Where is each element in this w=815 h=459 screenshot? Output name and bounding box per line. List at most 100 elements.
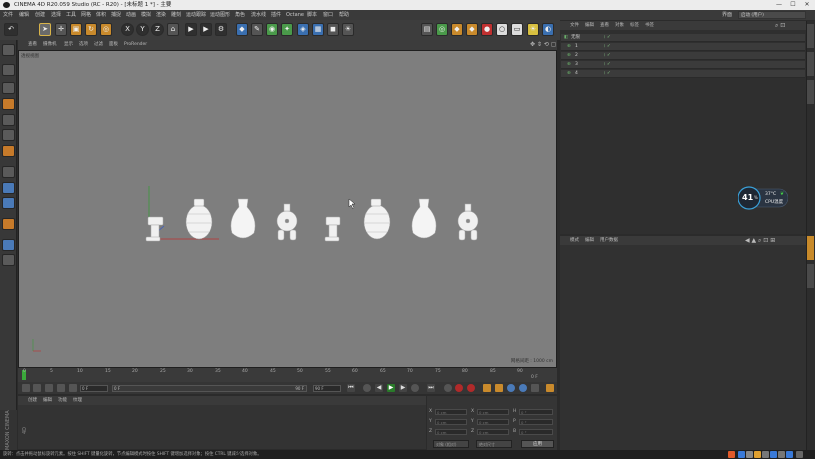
start-frame-field[interactable]: 0 F: [80, 385, 108, 392]
solo-mode-icon[interactable]: [2, 254, 15, 266]
material-menu-function[interactable]: 功能: [58, 396, 67, 405]
planar-workplane-icon[interactable]: [2, 239, 15, 251]
menu-file[interactable]: 文件: [3, 10, 13, 20]
position-y-field[interactable]: 0 cm: [435, 419, 467, 425]
size-x-field[interactable]: 0 cm: [477, 409, 509, 415]
pen-spline-icon[interactable]: ✎: [251, 23, 263, 36]
material-menu-edit[interactable]: 编辑: [43, 396, 52, 405]
object-menu-view[interactable]: 查看: [600, 21, 609, 30]
key-position-icon[interactable]: [483, 384, 491, 392]
key-param-icon[interactable]: [519, 384, 527, 392]
objects-tab[interactable]: [807, 24, 814, 48]
points-mode-icon[interactable]: [2, 114, 15, 126]
z-axis-lock-button[interactable]: Z: [151, 23, 164, 36]
key-pla-icon[interactable]: [531, 384, 539, 392]
ime-grid-icon[interactable]: [796, 451, 803, 458]
size-z-field[interactable]: 0 cm: [477, 429, 509, 435]
material-menu-texture[interactable]: 纹理: [73, 396, 82, 405]
play-button[interactable]: ▶: [387, 384, 395, 392]
keyframe-scale-icon[interactable]: [45, 384, 53, 392]
viewport-menu-prorender[interactable]: ProRender: [124, 40, 147, 50]
menu-volume[interactable]: 体积: [96, 10, 106, 20]
deformer-icon[interactable]: ◈: [297, 23, 309, 36]
menu-select[interactable]: 选择: [51, 10, 61, 20]
menu-edit[interactable]: 编辑: [19, 10, 29, 20]
menu-mograph[interactable]: 运动图形: [210, 10, 230, 20]
position-x-field[interactable]: 0 cm: [435, 409, 467, 415]
layers-tab[interactable]: [807, 264, 814, 288]
menu-motion-tracking[interactable]: 运动跟踪: [186, 10, 206, 20]
keyframe-selection-icon[interactable]: [467, 384, 475, 392]
visibility-dots-icon[interactable]: ⁝ ✓: [604, 52, 611, 60]
object-row-1[interactable]: ⊕ 1 ⁝ ✓: [561, 43, 805, 51]
ime-chinese-icon[interactable]: [738, 451, 745, 458]
attribute-menu-userdata[interactable]: 用户数据: [600, 236, 618, 245]
render-picture-viewer-icon[interactable]: ▶: [200, 23, 212, 36]
previous-frame-icon[interactable]: ◀: [375, 384, 383, 392]
object-row-floor[interactable]: ◧ 无限 ⁝ ✓: [561, 34, 805, 42]
ime-voice-icon[interactable]: [770, 451, 777, 458]
object-row-2[interactable]: ⊕ 2 ⁝ ✓: [561, 52, 805, 60]
ime-punctuation-icon[interactable]: [746, 451, 753, 458]
keyframe-param-icon[interactable]: [69, 384, 77, 392]
rotation-p-field[interactable]: 0 °: [519, 419, 553, 425]
timeline-ruler[interactable]: [18, 368, 557, 382]
visibility-dots-icon[interactable]: ⁝ ✓: [604, 61, 611, 69]
floor-icon[interactable]: ▦: [312, 23, 324, 36]
world-coordinate-icon[interactable]: ⌂: [167, 23, 179, 36]
edges-mode-icon[interactable]: [2, 129, 15, 141]
light-icon[interactable]: ☀: [342, 23, 354, 36]
ime-tools-icon[interactable]: [786, 451, 793, 458]
go-to-end-icon[interactable]: ⏭: [427, 384, 435, 392]
viewport-navigation-icon[interactable]: ✥ ⇕ ⟲ ▢: [530, 40, 556, 50]
octane-arealight-icon[interactable]: ▭: [511, 23, 523, 36]
model-mode-icon[interactable]: [2, 64, 15, 76]
menu-simulate[interactable]: 模拟: [141, 10, 151, 20]
ime-keyboard-icon[interactable]: [762, 451, 769, 458]
object-menu-bookmarks[interactable]: 书签: [645, 21, 654, 30]
y-axis-lock-button[interactable]: Y: [136, 23, 149, 36]
perspective-viewport[interactable]: 透视视图 网格间距 : 1000 cm: [18, 50, 557, 368]
keyframe-record-icon[interactable]: [33, 384, 41, 392]
attribute-nav-icon[interactable]: ◀ ▲ ⌕ ⊡ ⊞: [745, 236, 775, 245]
menu-window[interactable]: 窗口: [323, 10, 333, 20]
menu-octane[interactable]: Octane: [286, 10, 304, 20]
menu-character[interactable]: 角色: [235, 10, 245, 20]
autokey-icon[interactable]: [455, 384, 463, 392]
end-frame-field[interactable]: 90 F: [313, 385, 341, 392]
object-menu-objects[interactable]: 对象: [615, 21, 624, 30]
layout-dropdown[interactable]: 启动 (用户): [738, 11, 806, 19]
size-y-field[interactable]: 0 cm: [477, 419, 509, 425]
lock-workplane-icon[interactable]: [2, 218, 15, 230]
visibility-dots-icon[interactable]: ⁝ ✓: [604, 70, 611, 78]
menu-snap[interactable]: 捕捉: [111, 10, 121, 20]
octane-settings-icon[interactable]: ◎: [436, 23, 448, 36]
octane-sun-icon[interactable]: ☀: [527, 23, 539, 36]
menu-render[interactable]: 渲染: [156, 10, 166, 20]
octane-daylight-icon[interactable]: ○: [496, 23, 508, 36]
x-axis-lock-button[interactable]: X: [121, 23, 134, 36]
attribute-menu-edit[interactable]: 编辑: [585, 236, 594, 245]
undo-icon[interactable]: ↶: [4, 23, 18, 36]
object-search-icon[interactable]: ⌕ ⊡: [775, 21, 785, 30]
object-row-4[interactable]: ⊕ 4 ⁝ ✓: [561, 70, 805, 78]
menu-pipeline[interactable]: 流水线: [251, 10, 266, 20]
object-row-3[interactable]: ⊕ 3 ⁝ ✓: [561, 61, 805, 69]
axis-mode-icon[interactable]: [2, 166, 15, 178]
menu-sculpt[interactable]: 雕刻: [171, 10, 181, 20]
subdivision-icon[interactable]: ◉: [266, 23, 278, 36]
render-view-icon[interactable]: ▶: [185, 23, 197, 36]
cloner-icon[interactable]: ✦: [281, 23, 293, 36]
menu-script[interactable]: 脚本: [307, 10, 317, 20]
material-manager-area[interactable]: [18, 405, 426, 449]
content-browser-tab[interactable]: [807, 80, 814, 104]
key-rotation-icon[interactable]: [507, 384, 515, 392]
menu-tools[interactable]: 工具: [66, 10, 76, 20]
menu-mesh[interactable]: 网格: [81, 10, 91, 20]
menu-create[interactable]: 创建: [35, 10, 45, 20]
viewport-menu-panel[interactable]: 面板: [109, 40, 118, 50]
position-z-field[interactable]: 0 cm: [435, 429, 467, 435]
scale-tool-icon[interactable]: ▣: [70, 23, 82, 36]
timeline-layout-icon[interactable]: [546, 384, 554, 392]
octane-live-viewer-icon[interactable]: ▤: [421, 23, 433, 36]
